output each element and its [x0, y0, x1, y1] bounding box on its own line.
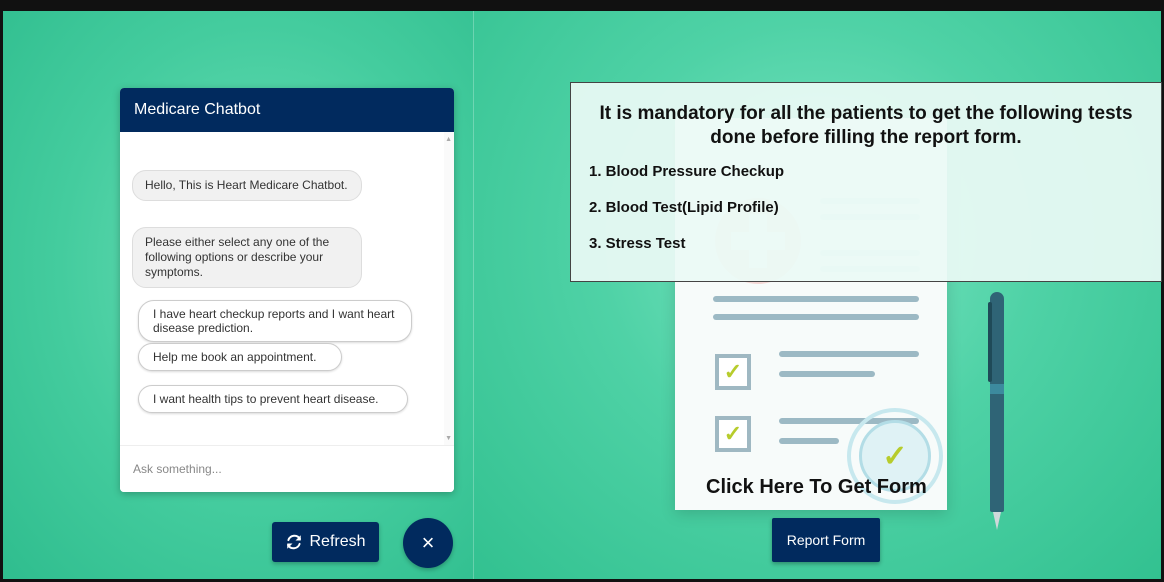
chat-input-area [120, 445, 454, 492]
scroll-down-arrow-icon[interactable]: ▼ [445, 435, 452, 442]
option-heart-prediction[interactable]: I have heart checkup reports and I want … [138, 300, 412, 342]
refresh-button[interactable]: Refresh [272, 522, 379, 562]
chat-messages-area: Hello, This is Heart Medicare Chatbot. P… [120, 132, 454, 446]
refresh-label: Refresh [309, 533, 366, 550]
chatbot-title: Medicare Chatbot [120, 88, 454, 132]
mandatory-tests-notice: It is mandatory for all the patients to … [570, 82, 1162, 282]
checkbox-icon: ✓ [715, 354, 751, 390]
checkbox-icon: ✓ [715, 416, 751, 452]
chatbot-window: Medicare Chatbot Hello, This is Heart Me… [120, 88, 454, 492]
option-book-appointment[interactable]: Help me book an appointment. [138, 343, 342, 371]
pen-icon [988, 292, 1006, 532]
option-health-tips[interactable]: I want health tips to prevent heart dise… [138, 385, 408, 413]
get-form-link[interactable]: Click Here To Get Form [706, 476, 927, 499]
bot-message: Hello, This is Heart Medicare Chatbot. [132, 170, 362, 201]
report-form-button[interactable]: Report Form [772, 518, 880, 562]
bot-message: Please either select any one of the foll… [132, 227, 362, 288]
chat-scrollbar[interactable]: ▲ ▼ [444, 132, 454, 446]
notice-title: It is mandatory for all the patients to … [599, 103, 1133, 148]
refresh-icon [287, 534, 302, 550]
chat-input[interactable] [120, 446, 454, 492]
test-item: 1. Blood Pressure Checkup [589, 163, 785, 180]
test-item: 2. Blood Test(Lipid Profile) [589, 199, 779, 216]
close-icon: × [421, 530, 435, 555]
scroll-up-arrow-icon[interactable]: ▲ [445, 136, 452, 143]
tests-list: 1. Blood Pressure Checkup 2. Blood Test(… [589, 162, 1161, 270]
panel-divider [473, 11, 474, 579]
test-item: 3. Stress Test [589, 235, 686, 252]
close-chat-button[interactable]: × [403, 518, 453, 568]
